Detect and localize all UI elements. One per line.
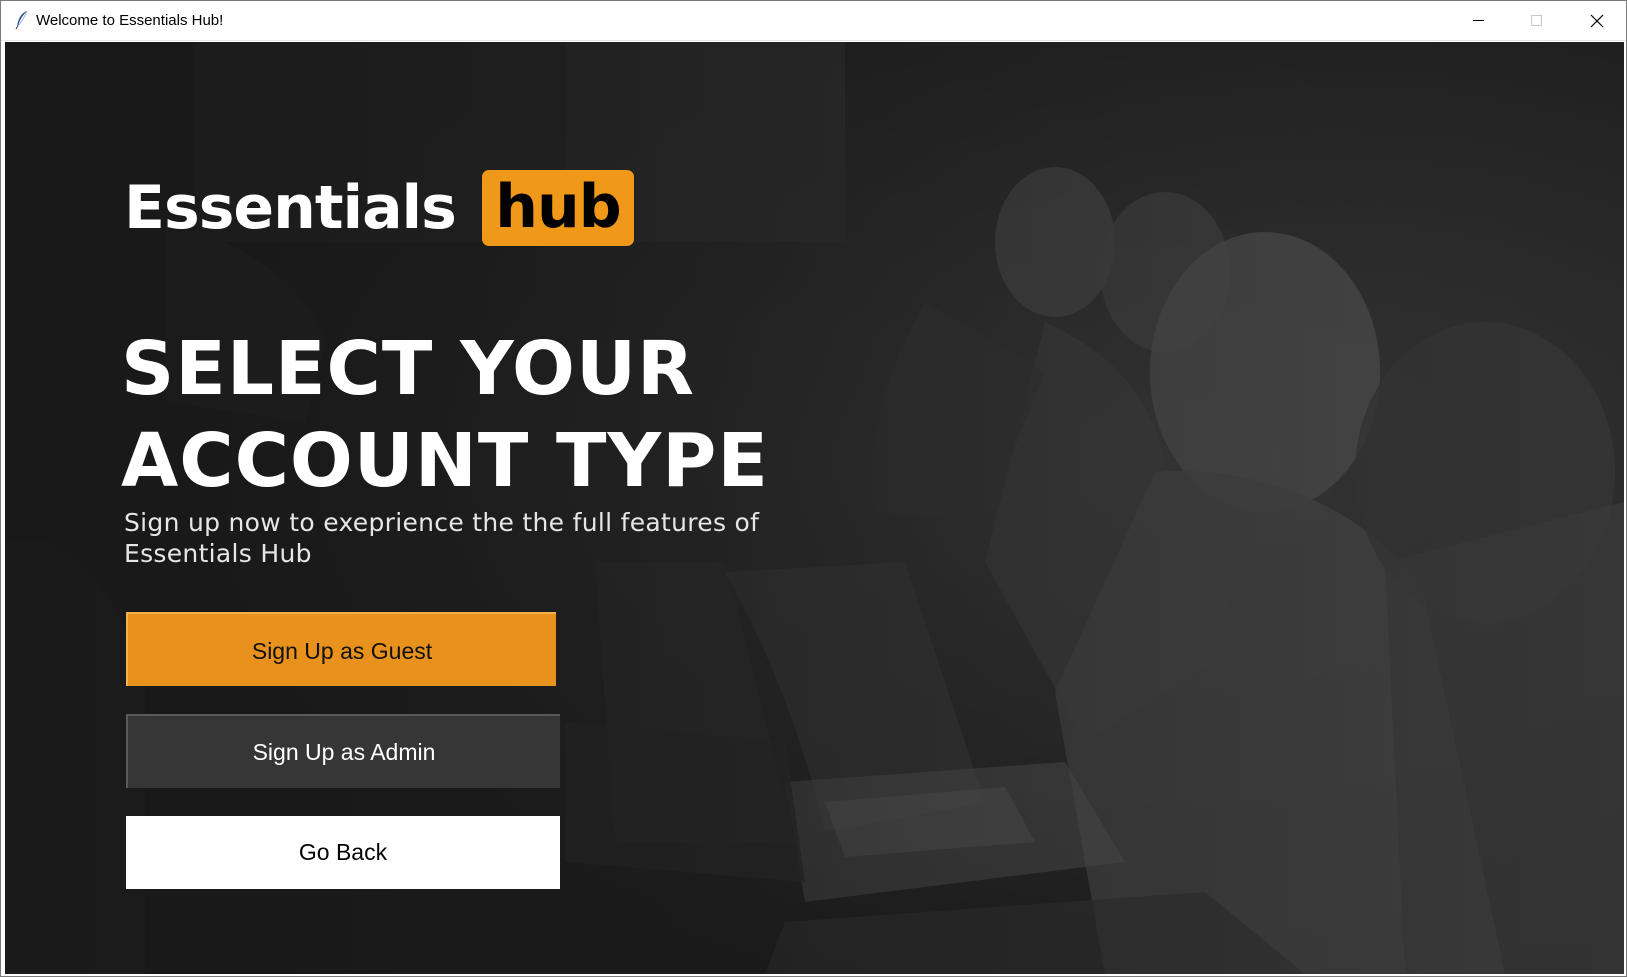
close-button[interactable] bbox=[1568, 1, 1626, 40]
sign-up-admin-button[interactable]: Sign Up as Admin bbox=[126, 714, 560, 788]
page-subtitle: Sign up now to exeprience the the full f… bbox=[124, 507, 804, 569]
logo-badge-text: hub bbox=[495, 172, 621, 242]
heading-line-2: ACCOUNT TYPE bbox=[121, 418, 769, 504]
main-content: Essentials hub SELECT YOUR ACCOUNT TYPE S… bbox=[5, 42, 1624, 974]
minimize-icon bbox=[1473, 20, 1484, 21]
subtitle-line-1: Sign up now to exeprience the the full f… bbox=[124, 508, 760, 537]
go-back-button[interactable]: Go Back bbox=[126, 816, 560, 889]
heading-line-1: SELECT YOUR bbox=[121, 326, 696, 412]
minimize-button[interactable] bbox=[1450, 1, 1508, 40]
maximize-icon bbox=[1531, 15, 1542, 26]
page-heading: SELECT YOUR ACCOUNT TYPE bbox=[121, 323, 769, 507]
logo-badge: hub bbox=[482, 170, 634, 246]
logo-text: Essentials bbox=[124, 173, 457, 243]
app-window: Welcome to Essentials Hub! Essentials hu… bbox=[0, 0, 1627, 977]
maximize-button[interactable] bbox=[1508, 1, 1566, 40]
subtitle-line-2: Essentials Hub bbox=[124, 539, 312, 568]
window-title: Welcome to Essentials Hub! bbox=[36, 12, 224, 29]
sign-up-guest-button[interactable]: Sign Up as Guest bbox=[126, 612, 556, 686]
title-bar[interactable]: Welcome to Essentials Hub! bbox=[1, 1, 1626, 41]
feather-icon bbox=[14, 10, 30, 30]
close-icon bbox=[1590, 14, 1604, 28]
